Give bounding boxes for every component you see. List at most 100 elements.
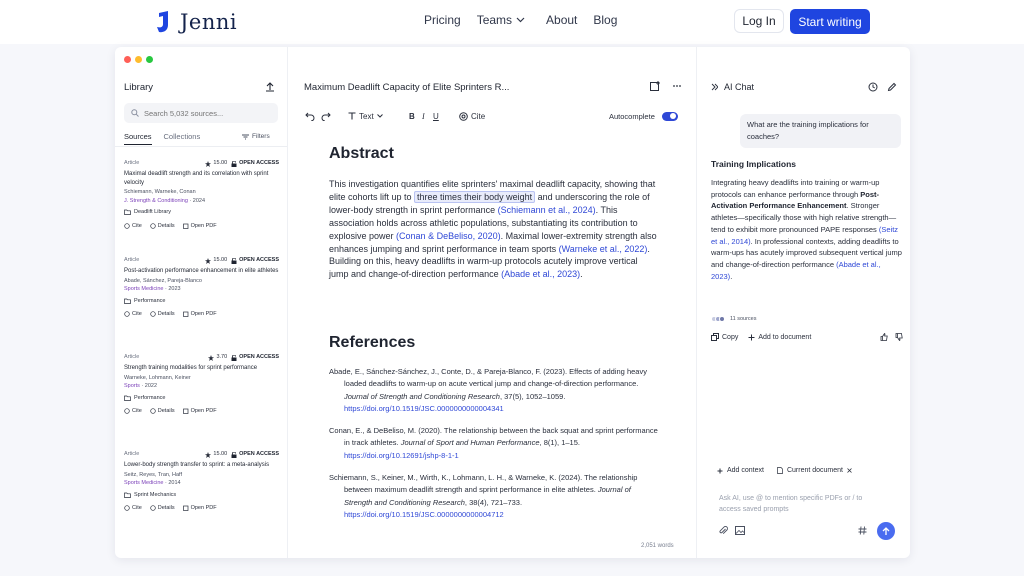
autocomplete-toggle[interactable]: Autocomplete — [609, 109, 678, 123]
image-icon[interactable] — [735, 526, 745, 535]
source-card[interactable]: Article 3.70 OPEN ACCESS Strength traini… — [124, 353, 279, 416]
nav-link-pricing[interactable]: Pricing — [424, 13, 461, 27]
open-pdf-button[interactable]: Open PDF — [182, 407, 217, 416]
library-search[interactable] — [124, 103, 278, 123]
tab-collections[interactable]: Collections — [164, 132, 201, 145]
details-button[interactable]: Details — [150, 310, 175, 319]
new-document-icon[interactable] — [650, 81, 661, 92]
current-document-chip[interactable]: Current document — [777, 467, 852, 474]
references-heading: References — [329, 334, 416, 351]
cite-button[interactable]: Cite — [124, 407, 142, 416]
sources-indicator[interactable]: 11 sources — [711, 316, 757, 322]
hashtag-icon[interactable] — [858, 526, 867, 535]
reference-doi-link[interactable]: https://doi.org/10.12691/jshp-8-1-1 — [344, 451, 459, 460]
send-button[interactable] — [877, 522, 895, 540]
brand-logo[interactable]: Jenni — [155, 10, 237, 34]
document-title[interactable]: Maximum Deadlift Capacity of Elite Sprin… — [304, 82, 509, 93]
inline-citation[interactable]: (Warneke et al., 2022) — [559, 244, 648, 254]
source-card[interactable]: Article 15.00 OPEN ACCESS Maximal deadli… — [124, 159, 279, 230]
quote-icon — [124, 505, 130, 511]
user-message: What are the training implications for c… — [740, 114, 901, 148]
thumbs-up-icon[interactable] — [880, 333, 888, 341]
abstract-section: Abstract — [329, 145, 655, 163]
inline-citation[interactable]: (Abade et al., 2023) — [501, 269, 580, 279]
arrow-up-icon — [882, 526, 890, 535]
context-row: Add context Current document — [717, 467, 852, 474]
library-search-input[interactable] — [144, 108, 264, 118]
document-title-actions — [650, 81, 682, 92]
source-card[interactable]: Article 15.00 OPEN ACCESS Post-activatio… — [124, 256, 279, 319]
chat-input-toolbar — [719, 522, 895, 540]
more-options-icon[interactable] — [672, 81, 682, 91]
add-context-button[interactable]: Add context — [717, 467, 764, 474]
app-window: Library Sources Collections Filters Arti… — [115, 47, 910, 558]
nav-link-about[interactable]: About — [546, 13, 577, 27]
unlock-icon — [231, 354, 237, 361]
open-pdf-button[interactable]: Open PDF — [182, 222, 217, 231]
chat-input[interactable]: Ask AI, use @ to mention specific PDFs o… — [719, 493, 884, 515]
source-actions: Cite Details Open PDF — [124, 310, 279, 319]
undo-icon[interactable] — [305, 109, 315, 123]
plus-icon — [717, 468, 723, 473]
collection-tag[interactable]: Deadlift Library — [124, 208, 279, 217]
cite-tool-button[interactable]: Cite — [459, 109, 485, 123]
cite-button[interactable]: Cite — [124, 222, 142, 231]
details-button[interactable]: Details — [150, 504, 175, 513]
source-title: Maximal deadlift strength and its correl… — [124, 171, 269, 186]
inline-citation[interactable]: (Schiemann et al., 2024) — [498, 205, 596, 215]
thumbs-down-icon[interactable] — [895, 333, 903, 341]
details-button[interactable]: Details — [150, 222, 175, 231]
collection-tag[interactable]: Performance — [124, 297, 279, 306]
references-list: Abade, E., Sánchez-Sánchez, J., Conte, D… — [329, 366, 659, 531]
jenni-logo-icon — [157, 11, 168, 33]
add-to-document-button[interactable]: Add to document — [748, 334, 811, 341]
collection-tag[interactable]: Sprint Mechanics — [124, 491, 279, 500]
copy-button[interactable]: Copy — [711, 333, 738, 341]
reference-doi-link[interactable]: https://doi.org/10.1519/JSC.000000000000… — [344, 510, 504, 519]
inline-citation[interactable]: (Conan & DeBeliso, 2020) — [396, 231, 501, 241]
text-icon — [348, 112, 356, 120]
article-type-label: Article — [124, 160, 140, 167]
close-icon[interactable] — [847, 468, 852, 473]
collection-tag[interactable]: Performance — [124, 394, 279, 403]
tab-sources[interactable]: Sources — [124, 132, 152, 145]
abstract-body[interactable]: This investigation quantifies elite spri… — [329, 178, 659, 281]
collapse-panel-icon[interactable] — [711, 83, 718, 91]
library-title: Library — [124, 82, 154, 93]
reference-doi-link[interactable]: https://doi.org/10.1519/JSC.000000000000… — [344, 404, 504, 413]
open-pdf-button[interactable]: Open PDF — [182, 310, 217, 319]
editor-panel: Maximum Deadlift Capacity of Elite Sprin… — [289, 47, 695, 558]
article-type-label: Article — [124, 451, 140, 458]
filter-icon — [242, 134, 249, 139]
reference-item: Conan, E., & DeBeliso, M. (2020). The re… — [329, 426, 658, 460]
editor-toolbar: Text B I U Cite Autocomplete — [303, 109, 683, 123]
edit-icon[interactable] — [887, 82, 897, 92]
source-authors: Seitz, Reyes, Tran, Haff — [124, 471, 182, 478]
relevance-score: 15.00 — [205, 450, 227, 459]
reference-item: Abade, E., Sánchez-Sánchez, J., Conte, D… — [329, 367, 647, 413]
start-writing-button[interactable]: Start writing — [790, 9, 870, 34]
cite-button[interactable]: Cite — [124, 310, 142, 319]
autocomplete-switch[interactable] — [661, 111, 678, 121]
nav-link-teams[interactable]: Teams — [477, 13, 525, 27]
bold-button[interactable]: B — [409, 109, 415, 123]
filters-button[interactable]: Filters — [242, 133, 270, 140]
open-pdf-button[interactable]: Open PDF — [182, 504, 217, 513]
unlock-icon — [231, 451, 237, 458]
highlighted-text[interactable]: three times their body weight — [414, 190, 536, 203]
attach-icon[interactable] — [719, 526, 728, 536]
copy-icon — [711, 333, 719, 341]
source-card[interactable]: Article 15.00 OPEN ACCESS Lower-body str… — [124, 450, 279, 513]
upload-icon[interactable] — [265, 82, 275, 92]
nav-link-blog[interactable]: Blog — [593, 13, 617, 27]
history-icon[interactable] — [868, 82, 878, 92]
login-button[interactable]: Log In — [734, 9, 784, 33]
details-button[interactable]: Details — [150, 407, 175, 416]
sources-count: 11 sources — [730, 316, 757, 322]
text-style-dropdown[interactable]: Text — [348, 109, 383, 123]
redo-icon[interactable] — [321, 109, 331, 123]
cite-button[interactable]: Cite — [124, 504, 142, 513]
italic-button[interactable]: I — [422, 109, 425, 123]
underline-button[interactable]: U — [433, 109, 439, 123]
star-icon — [205, 257, 212, 264]
